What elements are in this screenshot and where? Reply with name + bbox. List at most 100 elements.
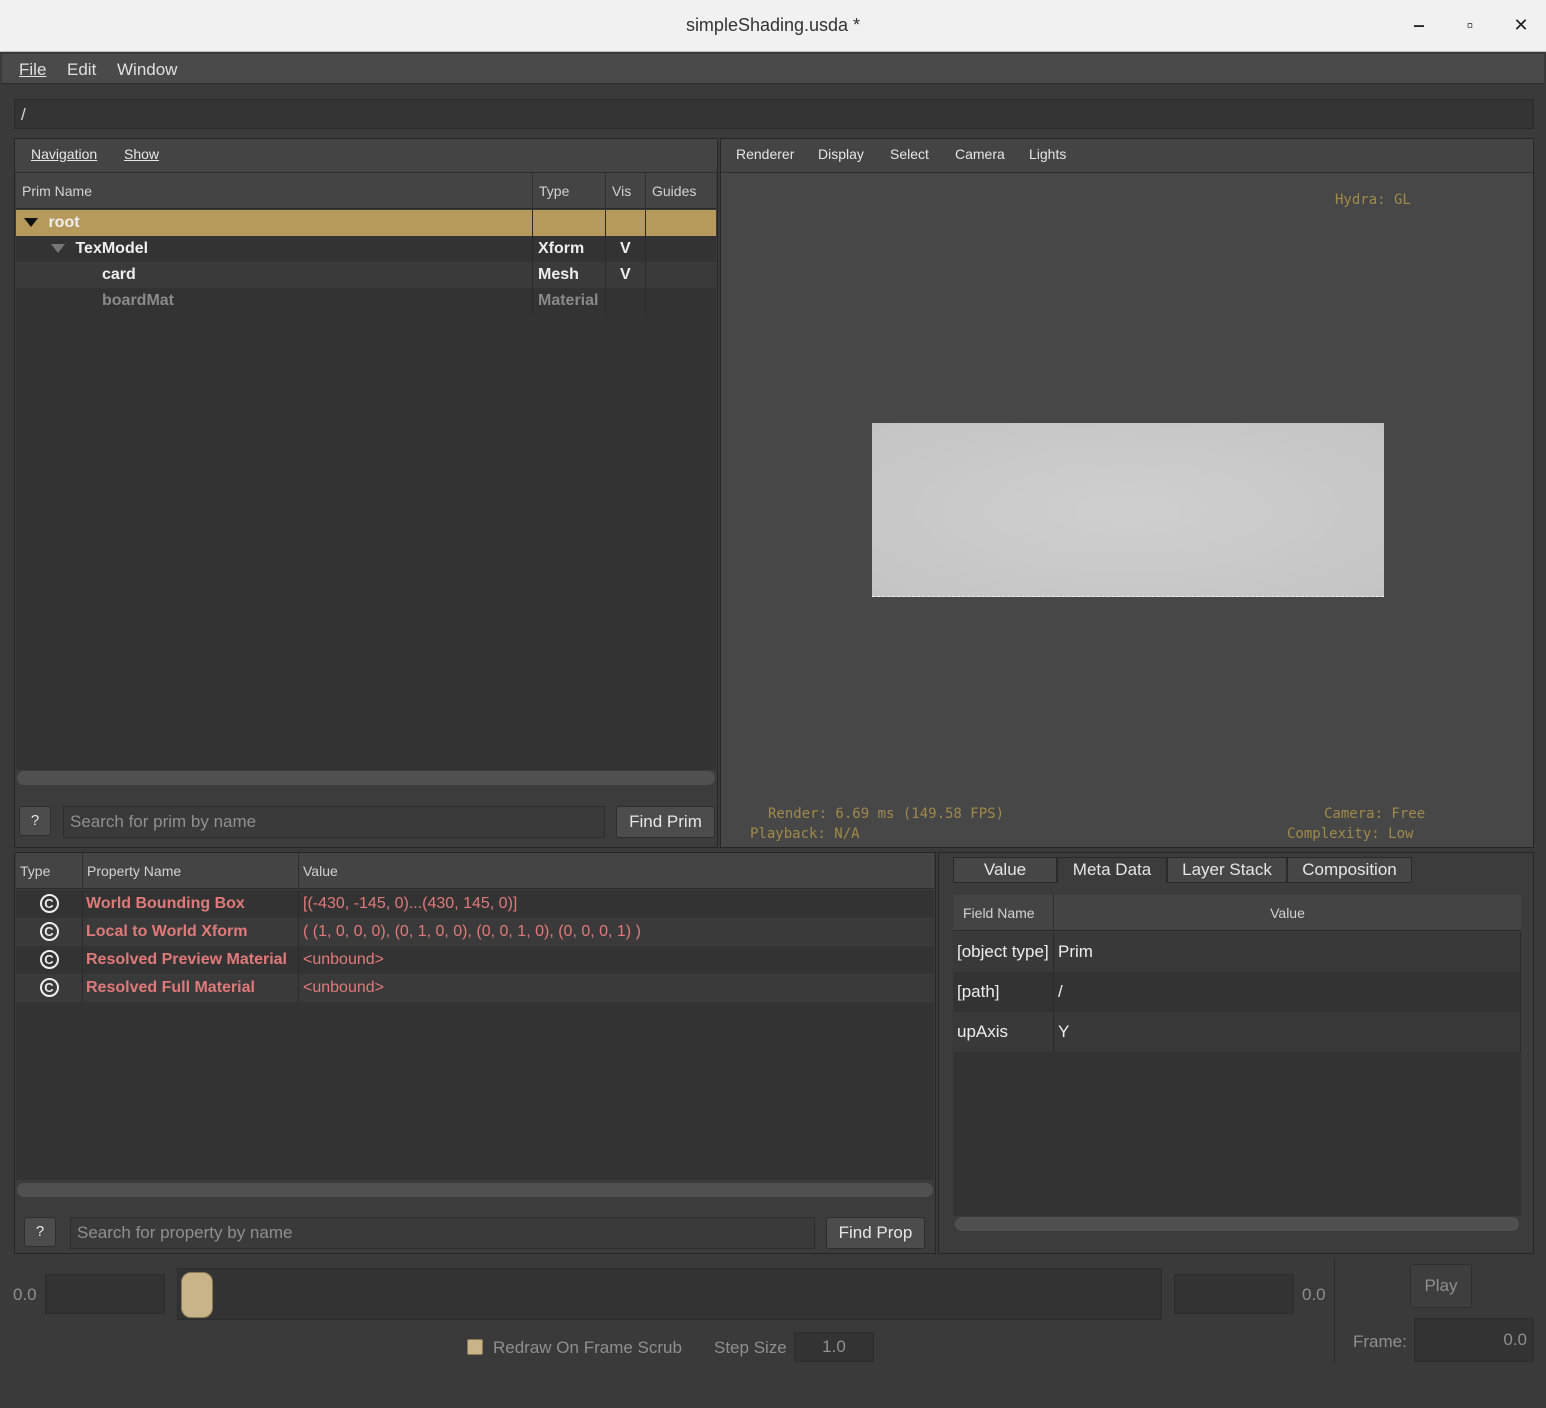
step-size-input[interactable]: 1.0: [794, 1332, 874, 1362]
menu-edit[interactable]: Edit: [67, 60, 96, 80]
prim-type: Xform: [533, 236, 606, 262]
property-name: World Bounding Box: [83, 890, 299, 918]
prim-tree: root TexModel Xform V card Mesh V boardM…: [16, 210, 716, 770]
viewport-panel: Renderer Display Select Camera Lights Hy…: [720, 138, 1534, 848]
property-name: Resolved Full Material: [83, 974, 299, 1002]
field-value: /: [1054, 972, 1521, 1012]
prim-tree-scrollbar[interactable]: [17, 771, 715, 785]
prim-name: root: [48, 214, 80, 231]
menu-renderer[interactable]: Renderer: [736, 146, 794, 162]
end-frame-field[interactable]: [1174, 1274, 1294, 1314]
property-value: <unbound>: [303, 979, 384, 996]
prim-tree-header: Prim Name Type Vis Guides: [16, 173, 716, 209]
prim-vis[interactable]: V: [606, 236, 646, 262]
menu-display[interactable]: Display: [818, 146, 864, 162]
computed-property-icon: C: [39, 950, 59, 969]
prim-name: card: [16, 262, 533, 288]
prim-type: Material: [533, 288, 606, 314]
menu-lights[interactable]: Lights: [1029, 146, 1066, 162]
prim-vis[interactable]: V: [606, 262, 646, 288]
table-row[interactable]: upAxis Y: [953, 1012, 1521, 1052]
table-row[interactable]: C World Bounding Box [(-430, -145, 0)...…: [16, 890, 934, 918]
minimize-button[interactable]: ‒: [1406, 12, 1432, 38]
property-help-button[interactable]: ?: [24, 1217, 56, 1247]
prim-guides: [646, 210, 716, 236]
expand-arrow-icon[interactable]: [24, 218, 38, 228]
property-name: Resolved Preview Material: [83, 946, 299, 974]
prim-vis: [606, 210, 646, 236]
col-value[interactable]: Value: [1054, 895, 1521, 931]
tab-meta-data[interactable]: Meta Data: [1057, 857, 1167, 883]
table-row[interactable]: [object type] Prim: [953, 932, 1521, 972]
menu-file[interactable]: File: [19, 60, 46, 80]
table-row[interactable]: C Resolved Full Material <unbound>: [16, 974, 934, 1002]
start-frame-field[interactable]: [45, 1274, 165, 1314]
slider-handle[interactable]: [181, 1272, 213, 1318]
menu-window[interactable]: Window: [117, 60, 177, 80]
prim-vis: [606, 288, 646, 314]
col-type[interactable]: Type: [16, 853, 83, 889]
close-button[interactable]: ✕: [1508, 12, 1534, 38]
timeline-divider: [1334, 1258, 1335, 1364]
col-prim-name[interactable]: Prim Name: [16, 173, 533, 209]
end-frame-label: 0.0: [1302, 1285, 1326, 1304]
viewport-menu: Renderer Display Select Camera Lights: [721, 139, 1533, 173]
tree-row-boardmat[interactable]: boardMat Material: [16, 288, 716, 314]
maximize-button[interactable]: ▫: [1457, 12, 1483, 38]
path-bar[interactable]: /: [14, 99, 1534, 129]
prim-browser-menu: Navigation Show: [15, 139, 717, 173]
menu-bar: File Edit Window: [2, 54, 1544, 84]
tab-layer-stack[interactable]: Layer Stack: [1167, 857, 1287, 883]
prim-browser-panel: Navigation Show Prim Name Type Vis Guide…: [14, 138, 718, 848]
prim-help-button[interactable]: ?: [19, 806, 51, 836]
prim-type: [533, 210, 606, 236]
prim-search-input[interactable]: Search for prim by name: [63, 806, 605, 838]
metadata-scrollbar[interactable]: [955, 1217, 1519, 1231]
field-value: Y: [1054, 1012, 1521, 1052]
tree-row-texmodel[interactable]: TexModel Xform V: [16, 236, 716, 262]
property-header: Type Property Name Value: [16, 853, 934, 889]
find-prop-button[interactable]: Find Prop: [826, 1217, 925, 1249]
col-vis[interactable]: Vis: [606, 173, 646, 209]
prim-guides: [646, 288, 716, 314]
menu-camera[interactable]: Camera: [955, 146, 1005, 162]
hud-renderer: Hydra: GL: [1335, 192, 1411, 208]
redraw-checkbox[interactable]: [467, 1339, 483, 1355]
play-button[interactable]: Play: [1410, 1264, 1472, 1308]
expand-arrow-icon[interactable]: [51, 244, 65, 254]
title-bar: simpleShading.usda * ‒ ▫ ✕: [0, 0, 1546, 52]
menu-show[interactable]: Show: [124, 146, 159, 162]
field-name: [path]: [953, 972, 1054, 1012]
redraw-label: Redraw On Frame Scrub: [493, 1338, 682, 1357]
viewport-canvas[interactable]: Hydra: GL Render: 6.69 ms (149.58 FPS) P…: [722, 173, 1532, 846]
col-field-name[interactable]: Field Name: [953, 895, 1054, 931]
path-text: /: [21, 105, 26, 124]
prim-guides: [646, 262, 716, 288]
tree-row-card[interactable]: card Mesh V: [16, 262, 716, 288]
col-type[interactable]: Type: [533, 173, 606, 209]
prim-name: boardMat: [16, 288, 533, 314]
property-value: [(-430, -145, 0)...(430, 145, 0)]: [303, 895, 518, 912]
col-guides[interactable]: Guides: [646, 173, 716, 209]
card-mesh[interactable]: [872, 423, 1384, 597]
col-value[interactable]: Value: [299, 853, 934, 889]
table-row[interactable]: C Local to World Xform ( (1, 0, 0, 0), (…: [16, 918, 934, 946]
tree-row-root[interactable]: root: [16, 210, 716, 236]
tab-value[interactable]: Value: [953, 857, 1057, 883]
table-row[interactable]: [path] /: [953, 972, 1521, 1012]
menu-navigation[interactable]: Navigation: [31, 146, 97, 162]
hud-complexity: Complexity: Low: [1287, 826, 1414, 842]
property-table-scrollbar[interactable]: [17, 1183, 933, 1197]
menu-select[interactable]: Select: [890, 146, 929, 162]
frame-input[interactable]: 0.0: [1414, 1318, 1534, 1362]
table-row[interactable]: C Resolved Preview Material <unbound>: [16, 946, 934, 974]
metadata-header: Field Name Value: [953, 895, 1521, 931]
property-name: Local to World Xform: [83, 918, 299, 946]
col-property-name[interactable]: Property Name: [83, 853, 299, 889]
property-search-input[interactable]: Search for property by name: [70, 1217, 815, 1249]
frame-label: Frame:: [1353, 1332, 1407, 1351]
frame-slider[interactable]: [177, 1268, 1162, 1320]
tab-composition[interactable]: Composition: [1287, 857, 1412, 883]
find-prim-button[interactable]: Find Prim: [616, 806, 715, 838]
hud-camera: Camera: Free: [1324, 806, 1426, 822]
